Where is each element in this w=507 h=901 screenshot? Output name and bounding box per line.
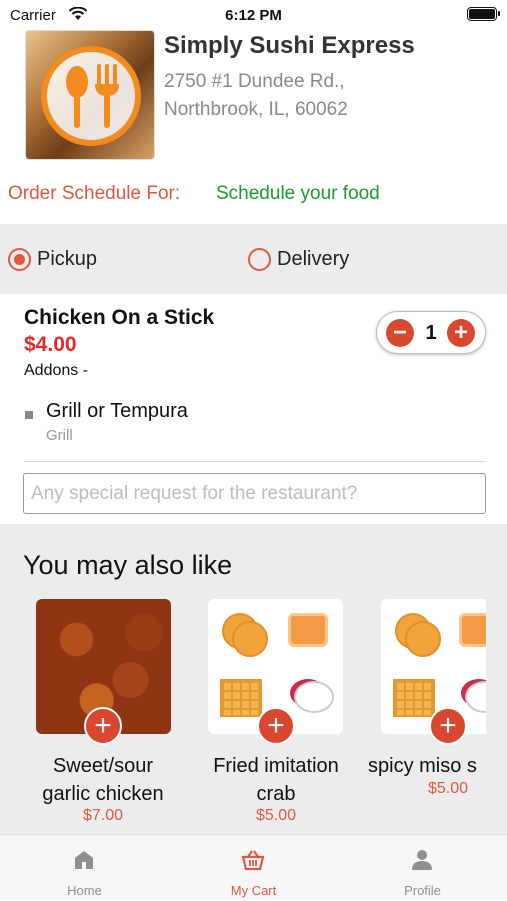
status-bar: Carrier 6:12 PM — [0, 0, 507, 30]
tab-home[interactable]: Home — [0, 835, 169, 901]
tab-bar: Home My Cart Profile — [0, 834, 507, 900]
special-request-input[interactable] — [23, 473, 486, 514]
add-suggestion-button[interactable]: + — [429, 707, 467, 745]
divider — [24, 461, 486, 462]
battery-icon — [467, 7, 500, 21]
radio-selected-icon — [8, 247, 31, 271]
suggestion-name: Fried imitation crab — [196, 752, 356, 808]
tab-label: Home — [67, 883, 102, 898]
suggestion-name-line: garlic chicken — [42, 783, 164, 805]
suggestion-price: $7.00 — [82, 807, 124, 824]
pickup-radio[interactable]: Pickup — [8, 246, 97, 272]
suggestion-name-line: spicy miso s — [368, 755, 477, 777]
delivery-label: Delivery — [277, 247, 350, 270]
utensils-icon — [66, 64, 119, 128]
addons-label: Addons - — [24, 362, 89, 379]
restaurant-logo — [25, 30, 155, 160]
suggestion-name-line: crab — [256, 783, 296, 805]
pickup-label: Pickup — [37, 247, 98, 270]
profile-icon — [412, 850, 432, 870]
address-line-1: 2750 #1 Dundee Rd., — [164, 71, 345, 92]
suggestion-name: Sweet/sour garlic chicken — [23, 752, 183, 808]
tab-label: Profile — [404, 883, 441, 898]
suggestion-price: $5.00 — [255, 807, 297, 824]
suggestions-title: You may also like — [23, 550, 233, 580]
suggestion-name-line: Fried imitation — [213, 755, 339, 777]
cart-icon — [241, 850, 265, 871]
restaurant-address: 2750 #1 Dundee Rd., Northbrook, IL, 6006… — [164, 68, 348, 124]
tab-label: My Cart — [230, 883, 277, 898]
decrement-button[interactable]: − — [386, 319, 414, 347]
radio-unselected-icon — [248, 247, 271, 271]
logo-badge — [41, 46, 141, 146]
addon-value: Grill — [46, 427, 73, 444]
add-suggestion-button[interactable]: + — [84, 707, 122, 745]
home-icon — [75, 851, 93, 869]
suggestion-name: spicy miso s — [368, 752, 486, 780]
schedule-food-link[interactable]: Schedule your food — [216, 183, 380, 205]
status-time: 6:12 PM — [225, 7, 282, 24]
suggestion-price: $5.00 — [427, 780, 469, 797]
item-price: $4.00 — [24, 333, 77, 356]
item-name: Chicken On a Stick — [24, 306, 215, 329]
delivery-radio[interactable]: Delivery — [248, 246, 349, 272]
suggestions-section: You may also like + Sweet/sour garlic ch… — [0, 524, 507, 834]
address-line-2: Northbrook, IL, 60062 — [164, 99, 348, 120]
addon-bullet-icon — [25, 411, 33, 419]
tab-my-cart[interactable]: My Cart — [169, 835, 338, 901]
addon-name: Grill or Tempura — [46, 400, 188, 422]
order-schedule-label: Order Schedule For: — [8, 183, 181, 204]
suggestion-name-line: Sweet/sour — [52, 755, 154, 777]
restaurant-name: Simply Sushi Express — [164, 32, 415, 59]
increment-button[interactable]: + — [447, 319, 475, 347]
add-suggestion-button[interactable]: + — [257, 707, 295, 745]
quantity-stepper: − 1 + — [376, 311, 486, 354]
tab-profile[interactable]: Profile — [338, 835, 507, 901]
quantity-value: 1 — [425, 322, 437, 344]
